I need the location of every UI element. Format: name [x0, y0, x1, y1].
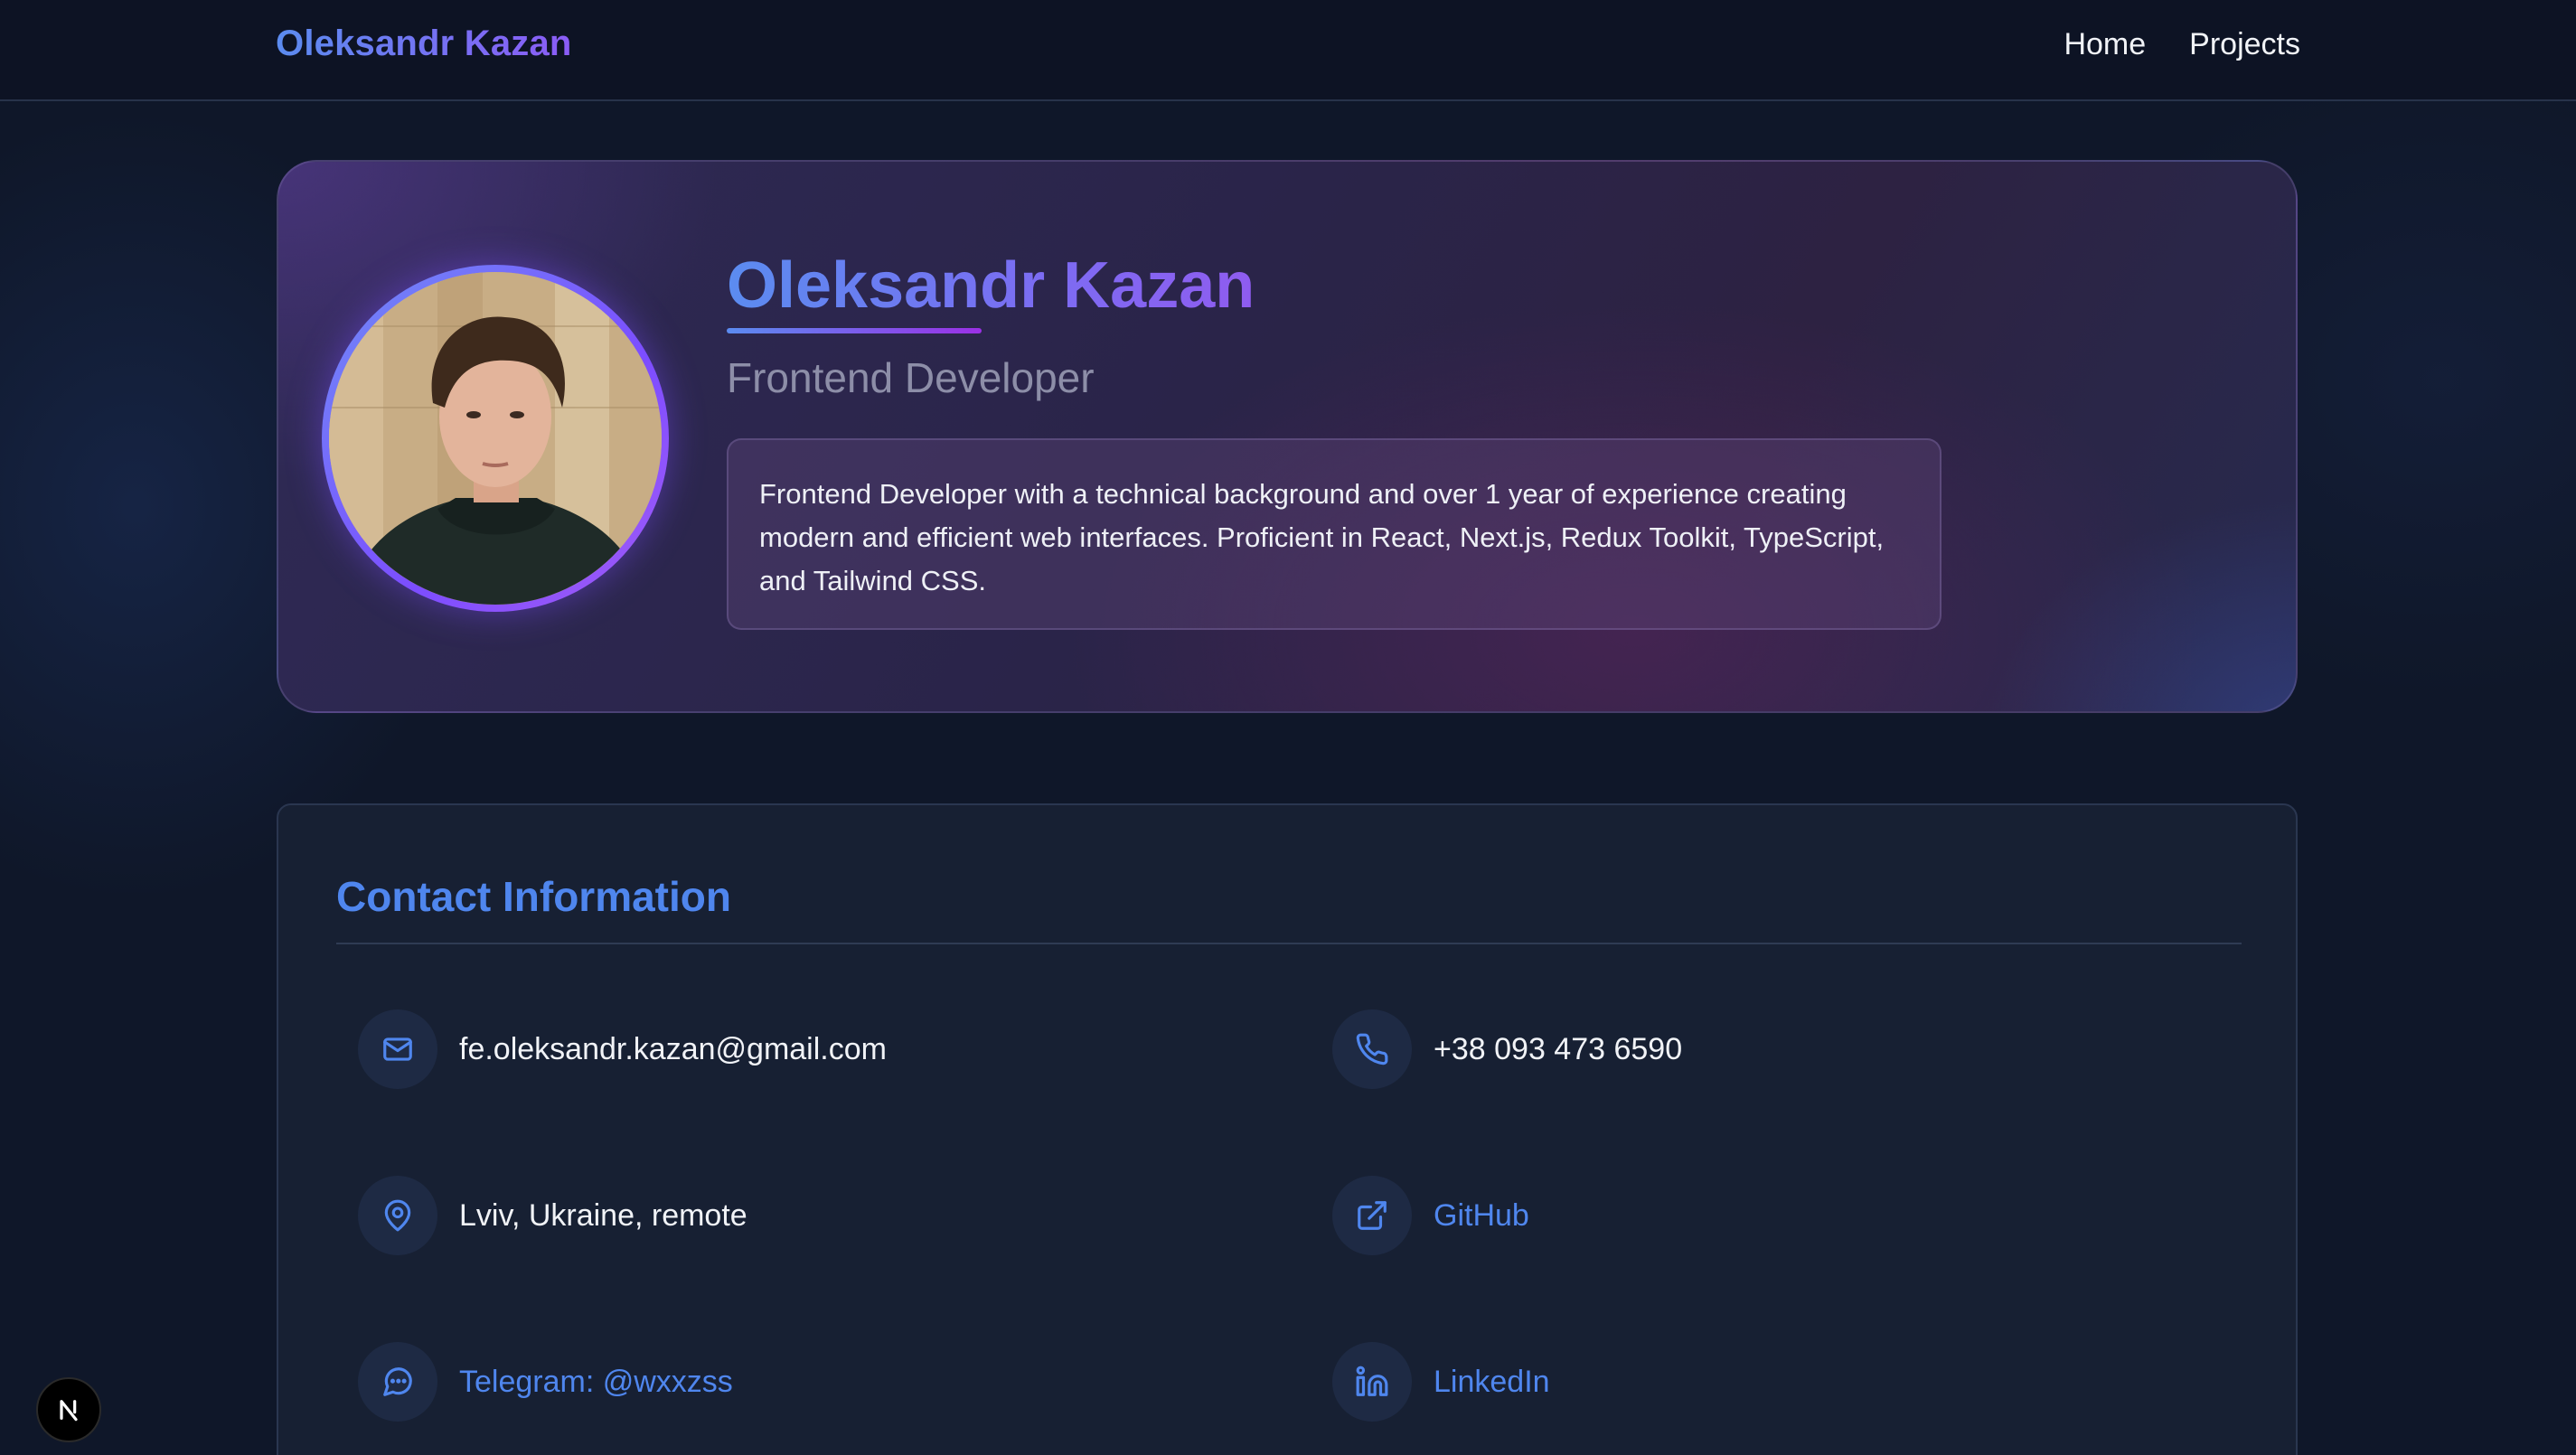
- phone-icon: [1356, 1033, 1388, 1065]
- contact-telegram[interactable]: Telegram: @wxxzss: [358, 1342, 733, 1422]
- profile-name: Oleksandr Kazan: [727, 249, 1255, 322]
- profile-role: Frontend Developer: [727, 354, 1095, 401]
- profile-bio: Frontend Developer with a technical back…: [727, 438, 1941, 630]
- contact-linkedin[interactable]: LinkedIn: [1332, 1342, 1550, 1422]
- name-underline: [727, 328, 982, 333]
- external-link-icon: [1358, 1201, 1387, 1230]
- contact-card: Contact Information fe.oleksandr.kazan@g…: [277, 803, 2298, 1455]
- contact-phone: +38 093 473 6590: [1332, 1009, 1682, 1089]
- message-circle-icon: [383, 1367, 412, 1396]
- linkedin-link[interactable]: LinkedIn: [1434, 1365, 1550, 1400]
- nextjs-icon: [60, 1400, 78, 1422]
- contact-email: fe.oleksandr.kazan@gmail.com: [358, 1009, 887, 1089]
- phone-text: +38 093 473 6590: [1434, 1031, 1683, 1066]
- telegram-link[interactable]: Telegram: @wxxzss: [459, 1365, 733, 1400]
- mail-icon: [383, 1037, 412, 1061]
- email-text: fe.oleksandr.kazan@gmail.com: [459, 1031, 887, 1066]
- profile-hero-card: Oleksandr Kazan Frontend Developer Front…: [277, 160, 2298, 713]
- contact-location: Lviv, Ukraine, remote: [358, 1176, 747, 1255]
- brand-logo-text[interactable]: Oleksandr Kazan: [276, 23, 572, 64]
- nav-projects-link[interactable]: Projects: [2189, 27, 2300, 62]
- location-text: Lviv, Ukraine, remote: [459, 1197, 747, 1233]
- avatar-photo: [329, 272, 662, 605]
- linkedin-icon: [1356, 1366, 1388, 1396]
- avatar-ring: [322, 265, 669, 612]
- contact-title: Contact Information: [336, 873, 731, 920]
- avatar: [329, 272, 662, 605]
- nextjs-dev-badge[interactable]: [36, 1377, 101, 1442]
- contact-divider: [336, 943, 2242, 944]
- top-navbar: Oleksandr Kazan Home Projects: [0, 0, 2576, 101]
- map-pin-icon: [384, 1199, 411, 1232]
- contact-github[interactable]: GitHub: [1332, 1176, 1529, 1255]
- nav-links: Home Projects: [2064, 27, 2300, 62]
- github-link[interactable]: GitHub: [1434, 1198, 1529, 1234]
- nav-home-link[interactable]: Home: [2064, 27, 2146, 62]
